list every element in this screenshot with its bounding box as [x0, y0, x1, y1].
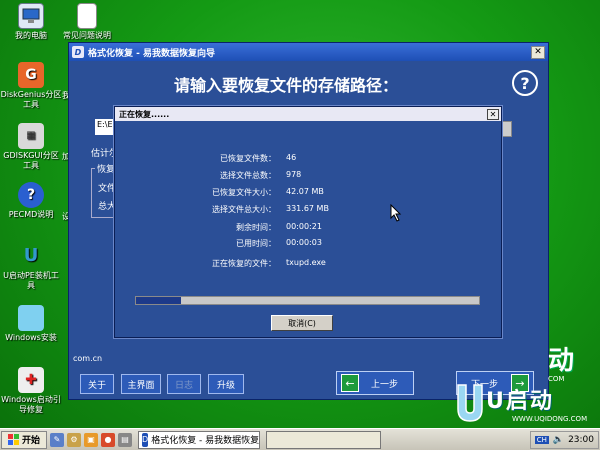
desktop-icon-uqidong-pe[interactable]: U U启动PE装机工具 — [0, 243, 62, 291]
quicklaunch-folder-icon[interactable]: ▣ — [84, 432, 99, 447]
browse-button[interactable] — [502, 121, 512, 137]
stat-value: 46 — [286, 153, 297, 162]
url-fragment: com.cn — [73, 354, 103, 363]
brand-side-fragment: 动 — [548, 346, 575, 376]
stat-row: 已用时间： 00:00:03 — [115, 238, 501, 252]
computer-icon — [18, 3, 44, 29]
progress-fill — [136, 297, 181, 304]
stat-row: 剩余时间： 00:00:21 — [115, 222, 501, 236]
document-icon — [77, 3, 97, 29]
stat-label: 剩余时间： — [236, 223, 276, 232]
gdisk-icon: ▦ — [18, 123, 44, 149]
stat-row: 选择文件总数： 978 — [115, 170, 501, 184]
start-button[interactable]: 开始 — [1, 430, 48, 449]
desktop-icon-label: Windows启动引导修复 — [1, 395, 61, 414]
desktop-icon-label: 常见问题说明 — [63, 31, 111, 40]
speaker-icon[interactable]: 🔈 — [553, 435, 564, 445]
about-button[interactable]: 关于 — [80, 374, 114, 394]
input-language-indicator[interactable]: CH — [534, 435, 549, 444]
stat-label: 正在恢复的文件： — [212, 259, 276, 268]
desktop-icon-label: 我的电脑 — [15, 31, 47, 40]
help-icon: ? — [18, 182, 44, 208]
wizard-heading: 请输入要恢复文件的存储路径： — [174, 76, 399, 95]
diskgenius-icon: G — [18, 62, 44, 88]
quicklaunch-tools-icon[interactable]: ✎ — [50, 432, 65, 447]
desktop-icon-diskgenius[interactable]: G DiskGenius分区工具 — [0, 62, 62, 110]
start-label: 开始 — [22, 436, 41, 446]
dialog-titlebar[interactable]: 正在恢复...... ✕ — [115, 107, 501, 121]
brand-url: WWW.UQIDONG.COM — [512, 415, 588, 423]
stat-value: 00:00:21 — [286, 222, 322, 231]
desktop-icon-boot-repair[interactable]: ✚ Windows启动引导修复 — [0, 367, 62, 415]
stat-value: 331.67 MB — [286, 204, 329, 213]
help-button[interactable]: ? — [512, 70, 538, 96]
windows-logo-icon — [8, 434, 19, 445]
desktop-icon-label: Windows安装 — [5, 333, 57, 342]
stat-row: 正在恢复的文件： txupd.exe — [115, 258, 501, 272]
quicklaunch-disk-icon[interactable]: ▤ — [118, 432, 133, 447]
wizard-titlebar[interactable]: D 格式化恢复 - 易我数据恢复向导 ✕ — [69, 43, 548, 61]
upgrade-button[interactable]: 升级 — [208, 374, 244, 394]
quicklaunch-settings-icon[interactable]: ⚙ — [67, 432, 82, 447]
prev-button[interactable]: ← 上一步 — [336, 371, 414, 395]
stat-label: 选择文件总数： — [220, 171, 276, 180]
stat-row: 选择文件总大小： 331.67 MB — [115, 204, 501, 218]
desktop-icon-gdiskgui[interactable]: ▦ GDISKGUI分区工具 — [0, 123, 62, 171]
mouse-cursor-icon — [390, 204, 402, 222]
close-button[interactable]: ✕ — [531, 45, 545, 59]
taskbar-task-blank[interactable] — [266, 430, 382, 449]
wizard-title: 格式化恢复 - 易我数据恢复向导 — [88, 48, 216, 59]
log-button[interactable]: 日志 — [167, 374, 201, 394]
taskbar-task-wizard[interactable]: D 格式化恢复 - 易我数据恢复向导 — [138, 430, 261, 449]
stat-label: 已用时间： — [236, 239, 276, 248]
app-icon: D — [142, 432, 149, 447]
arrow-left-icon: ← — [341, 374, 359, 392]
stat-value: 00:00:03 — [286, 238, 322, 247]
stat-label: 选择文件总大小： — [212, 205, 276, 214]
prev-button-label: 上一步 — [371, 379, 399, 390]
desktop-icon-windows-install[interactable]: Windows安装 — [0, 305, 62, 343]
progress-dialog: 正在恢复...... ✕ 已恢复文件数： 46 选择文件总数： 978 已恢复文件大… — [114, 106, 502, 338]
stat-row: 已恢复文件大小： 42.07 MB — [115, 187, 501, 201]
desktop-icon-my-computer[interactable]: 我的电脑 — [0, 3, 62, 41]
stat-value: 42.07 MB — [286, 187, 324, 196]
desktop-icon-label: DiskGenius分区工具 — [0, 90, 62, 109]
dialog-close-button[interactable]: ✕ — [487, 108, 499, 120]
stat-value: 978 — [286, 170, 302, 179]
stat-label: 已恢复文件数： — [220, 154, 276, 163]
main-menu-button[interactable]: 主界面 — [121, 374, 161, 394]
stat-value: txupd.exe — [286, 258, 326, 267]
app-icon: D — [72, 46, 84, 58]
taskbar: 开始 ✎ ⚙ ▣ ● ▤ D 格式化恢复 - 易我数据恢复向导 CH 🔈 23:… — [0, 428, 600, 450]
brand-name: U启动 — [486, 389, 554, 414]
task-label: 格式化恢复 - 易我数据恢复向导 — [151, 436, 260, 446]
clock: 23:00 — [568, 434, 594, 445]
dialog-title: 正在恢复...... — [119, 109, 170, 119]
boot-repair-icon: ✚ — [18, 367, 44, 393]
desktop-icon-label: GDISKGUI分区工具 — [3, 151, 59, 170]
desktop-icon-pecmd[interactable]: ? PECMD说明 — [0, 182, 62, 220]
desktop-icon-label: U启动PE装机工具 — [3, 271, 59, 290]
quicklaunch-media-icon[interactable]: ● — [101, 432, 116, 447]
brand-logo: U启动 WWW.UQIDONG.COM — [452, 383, 600, 425]
desktop-icon-faq[interactable]: 常见问题说明 — [56, 3, 118, 41]
stat-row: 已恢复文件数： 46 — [115, 153, 501, 167]
system-tray: CH 🔈 23:00 — [529, 430, 599, 449]
stat-label: 已恢复文件大小： — [212, 188, 276, 197]
cancel-button[interactable]: 取消(C) — [271, 315, 333, 331]
uqidong-icon: U — [23, 245, 39, 266]
windows-install-icon — [18, 305, 44, 331]
u-logo-icon — [457, 384, 483, 422]
desktop-icon-label: PECMD说明 — [8, 210, 54, 219]
progress-bar — [135, 296, 480, 305]
